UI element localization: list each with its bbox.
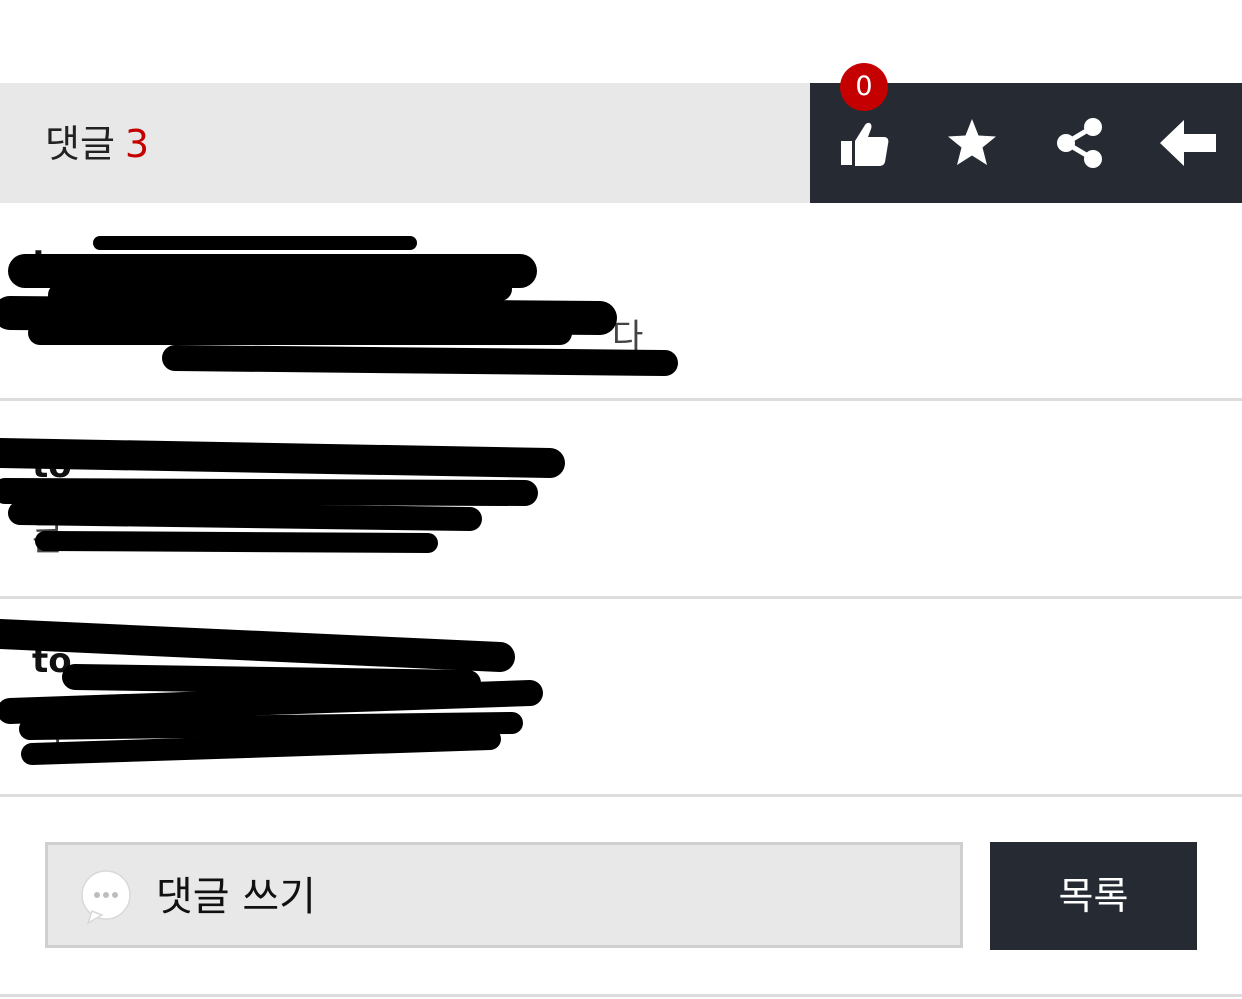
share-icon: [1057, 118, 1102, 168]
comment-item[interactable]: to 콘: [0, 401, 1242, 599]
speech-bubble-icon: [81, 870, 131, 925]
star-icon: [948, 119, 996, 165]
comment-text: 너: [32, 712, 64, 752]
bottom-divider: [0, 994, 1242, 997]
comment-text: 다: [612, 317, 644, 357]
back-button[interactable]: [1134, 83, 1242, 203]
comment-text: 콘: [32, 519, 64, 559]
comment-item[interactable]: t 다: [0, 203, 1242, 401]
list-button[interactable]: 목록: [990, 842, 1197, 950]
thumbs-up-icon: [841, 122, 889, 166]
comment-section: 댓글 3 0 t 다 to 콘 to 너 댓글 쓰기 목록: [0, 0, 1242, 999]
share-button[interactable]: [1026, 83, 1134, 203]
redaction-scribble: [0, 438, 565, 553]
write-comment-label: 댓글 쓰기: [156, 874, 316, 920]
redaction-scribble: [0, 236, 678, 376]
like-count-badge: 0: [840, 63, 888, 111]
arrow-left-icon: [1160, 120, 1216, 166]
write-comment-input[interactable]: 댓글 쓰기: [45, 842, 963, 948]
comment-count: 3: [124, 122, 150, 166]
comment-author[interactable]: to: [32, 446, 72, 486]
redaction-scribble: [0, 619, 543, 765]
comment-author[interactable]: t: [32, 243, 48, 283]
comment-label: 댓글: [45, 122, 115, 166]
comment-item[interactable]: to 너: [0, 599, 1242, 797]
comment-title: 댓글 3: [45, 116, 149, 172]
bookmark-button[interactable]: [918, 83, 1026, 203]
comment-author[interactable]: to: [32, 641, 72, 681]
